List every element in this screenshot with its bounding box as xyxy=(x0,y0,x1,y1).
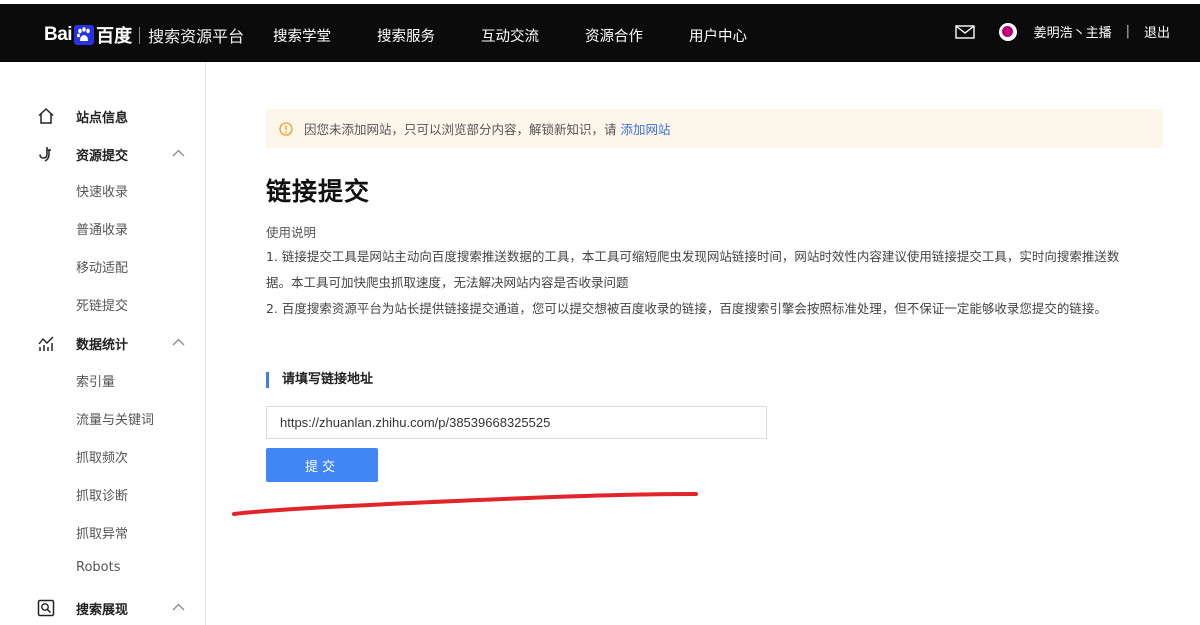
avatar[interactable] xyxy=(998,22,1017,41)
baidu-logo[interactable]: Bai 百度 搜索资源平台 xyxy=(44,22,244,48)
logo-divider xyxy=(139,26,141,44)
mail-icon[interactable] xyxy=(954,24,975,39)
nav-item-user-center[interactable]: 用户中心 xyxy=(689,25,747,46)
logo-du-text: 百度 xyxy=(96,26,133,47)
logout-link[interactable]: 退出 xyxy=(1144,22,1170,41)
sidebar-item-site-info[interactable]: 站点信息 xyxy=(0,103,206,129)
usage-instructions-label: 使用说明 xyxy=(266,225,317,240)
nav-item-resource-cooperation[interactable]: 资源合作 xyxy=(585,25,643,46)
sidebar-item-label: 站点信息 xyxy=(76,111,129,126)
top-nav-menu: 搜索学堂 搜索服务 互动交流 资源合作 用户中心 xyxy=(273,25,793,46)
nav-item-community[interactable]: 互动交流 xyxy=(481,25,539,46)
page-title: 链接提交 xyxy=(266,177,371,206)
sidebar-subitem-crawl-errors[interactable]: 抓取异常 xyxy=(76,523,128,542)
chevron-up-icon[interactable] xyxy=(172,338,185,346)
submit-button[interactable]: 提交 xyxy=(266,448,378,482)
platform-name: 搜索资源平台 xyxy=(148,27,245,46)
nav-item-search-academy[interactable]: 搜索学堂 xyxy=(273,25,331,46)
submit-hook-icon xyxy=(39,147,51,162)
sidebar-subitem-normal-index[interactable]: 普通收录 xyxy=(76,219,128,238)
notice-banner: 因您未添加网站，只可以浏览部分内容，解锁新知识，请 添加网站 xyxy=(266,109,1163,148)
sidebar-subitem-quick-index[interactable]: 快速收录 xyxy=(76,181,128,200)
logo-bai-text: Bai xyxy=(44,24,73,45)
sidebar-item-label: 搜索展现 xyxy=(76,603,129,618)
warning-icon xyxy=(279,121,293,136)
header-separator: | xyxy=(1125,24,1130,39)
sidebar-item-resource-submit[interactable]: 资源提交 xyxy=(0,141,206,167)
top-navigation-bar: Bai 百度 搜索资源平台 搜索学堂 搜索服务 互动交流 资源合作 用户中心 姜… xyxy=(0,0,1200,62)
sidebar-item-label: 数据统计 xyxy=(76,338,129,353)
sidebar-subitem-robots[interactable]: Robots xyxy=(76,560,120,575)
nav-item-search-service[interactable]: 搜索服务 xyxy=(377,25,435,46)
sidebar: 站点信息 资源提交 快速收录 普通收录 移动适配 死链提交 数据统计 索引量 流… xyxy=(0,62,206,625)
notice-text: 因您未添加网站，只可以浏览部分内容，解锁新知识，请 xyxy=(304,122,617,137)
description-line-1: 1. 链接提交工具是网站主动向百度搜索推送数据的工具，本工具可缩短爬虫发现网站链… xyxy=(266,249,1120,264)
add-site-link[interactable]: 添加网站 xyxy=(621,119,671,138)
sidebar-item-data-stats[interactable]: 数据统计 xyxy=(0,330,206,356)
red-underline-annotation xyxy=(232,492,698,516)
chevron-up-icon[interactable] xyxy=(172,603,185,611)
sidebar-subitem-dead-link[interactable]: 死链提交 xyxy=(76,295,128,314)
chevron-up-icon[interactable] xyxy=(172,149,185,157)
avatar-image xyxy=(1002,26,1014,37)
sidebar-item-search-display[interactable]: 搜索展现 xyxy=(0,595,206,621)
sidebar-subitem-traffic-keywords[interactable]: 流量与关键词 xyxy=(76,409,154,428)
baidu-paw-icon xyxy=(74,25,95,45)
sidebar-subitem-mobile-adapt[interactable]: 移动适配 xyxy=(76,257,128,276)
window-top-edge xyxy=(0,0,1200,4)
user-name[interactable]: 姜明浩丶主播 xyxy=(1034,22,1112,41)
sidebar-subitem-index-volume[interactable]: 索引量 xyxy=(76,371,115,390)
sidebar-subitem-crawl-frequency[interactable]: 抓取频次 xyxy=(76,447,128,466)
url-input[interactable] xyxy=(266,406,767,439)
description-line-3: 2. 百度搜索资源平台为站长提供链接提交通道，您可以提交想被百度收录的链接，百度… xyxy=(266,301,1107,316)
search-display-icon xyxy=(37,599,55,617)
url-section-label: 请填写链接地址 xyxy=(266,372,373,388)
sidebar-item-label: 资源提交 xyxy=(76,149,129,164)
stats-chart-icon xyxy=(38,336,54,351)
home-icon xyxy=(38,107,54,124)
description-line-2: 据。本工具可加快爬虫抓取速度，无法解决网站内容是否收录问题 xyxy=(266,275,629,290)
user-area: 姜明浩丶主播 | 退出 xyxy=(954,22,1170,41)
sidebar-subitem-crawl-diagnosis[interactable]: 抓取诊断 xyxy=(76,485,128,504)
